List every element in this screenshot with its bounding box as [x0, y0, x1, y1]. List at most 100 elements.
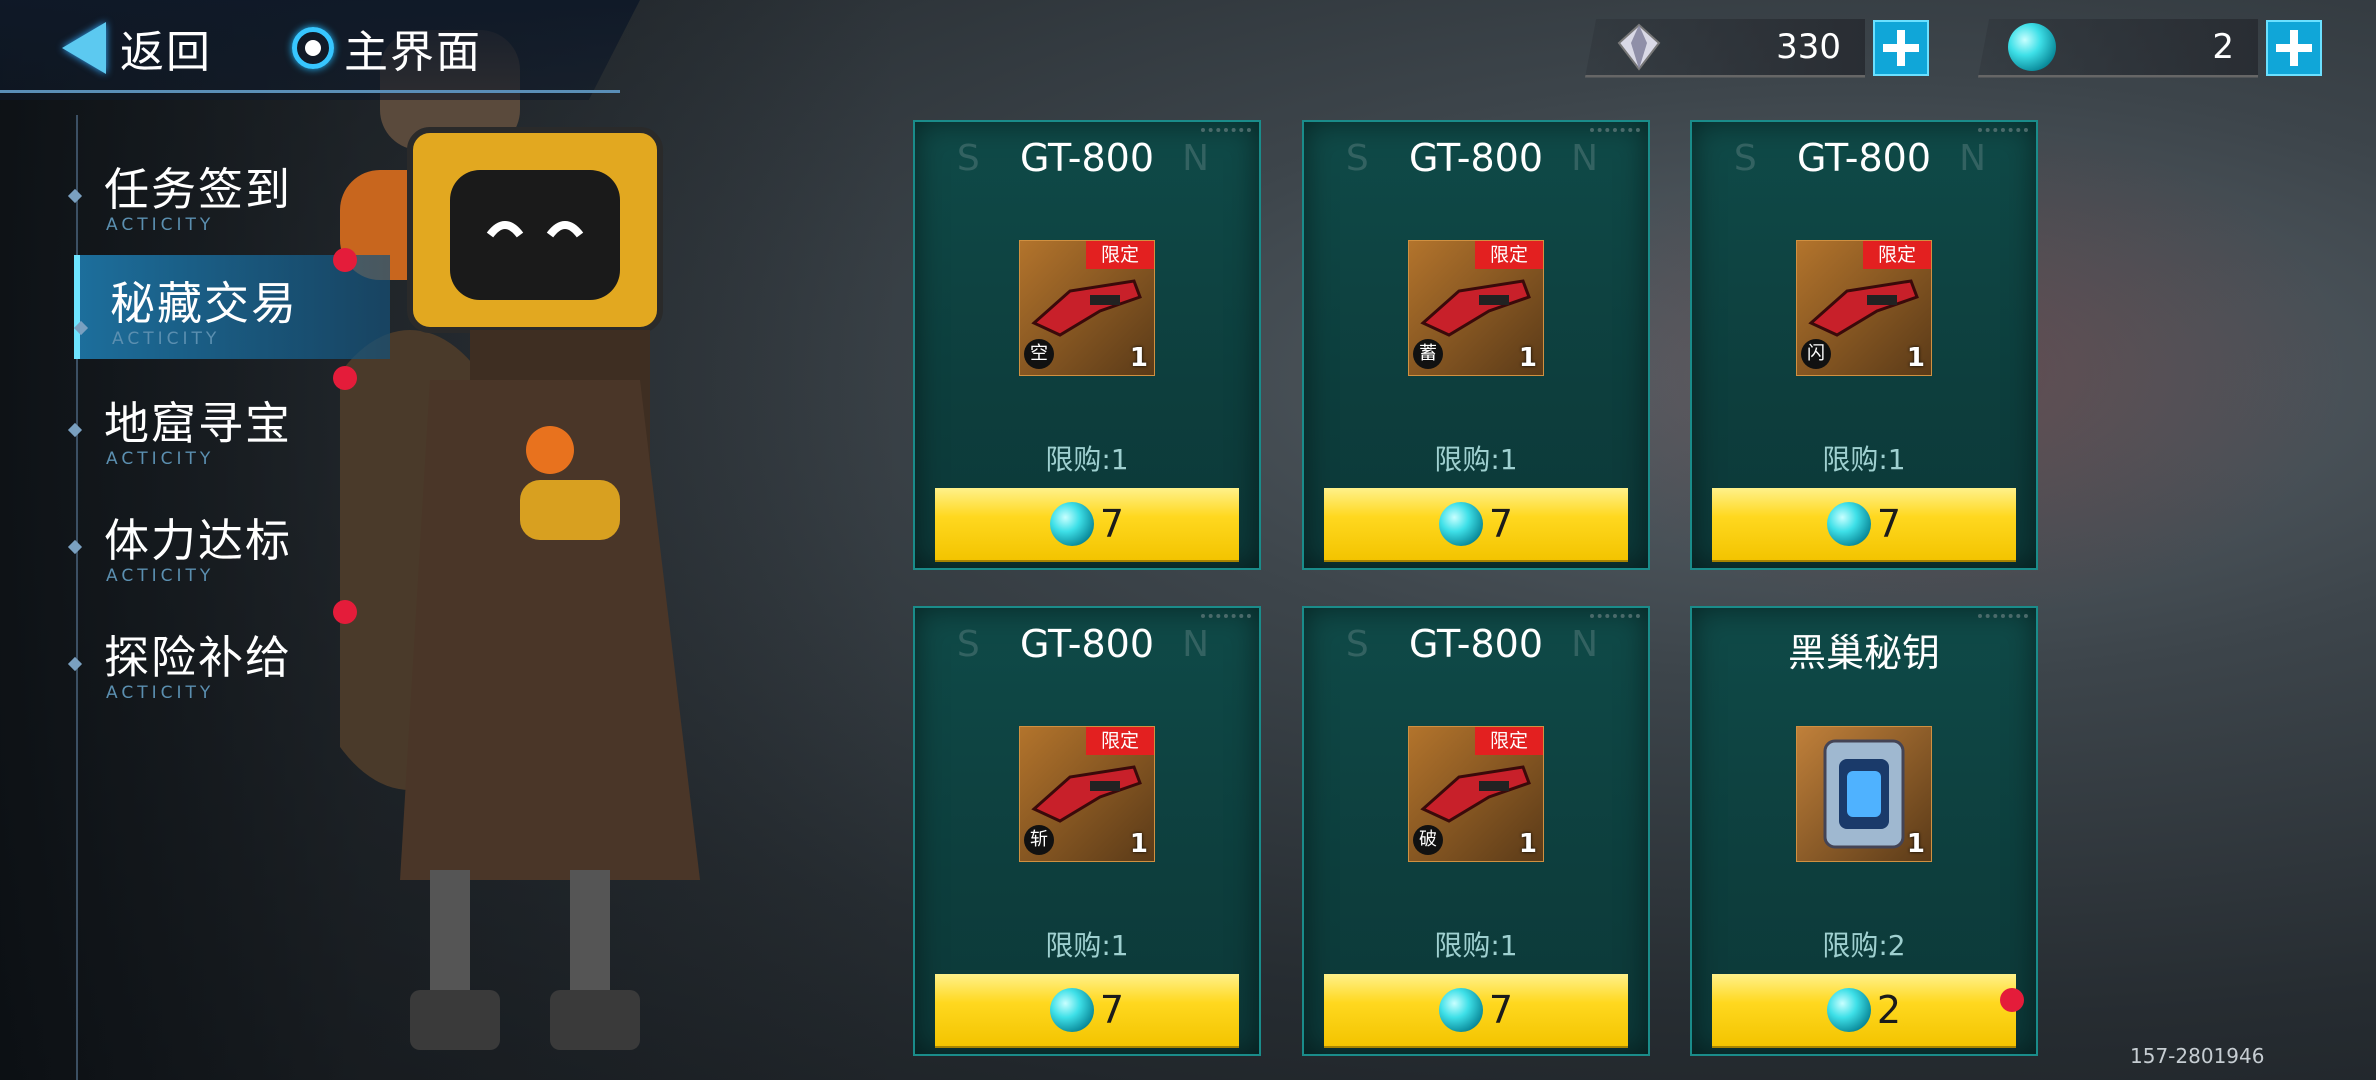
add-orb-button[interactable] — [2266, 20, 2322, 76]
orb-icon — [1826, 502, 1871, 546]
sidebar-item-sub: ACTICITY — [106, 449, 215, 469]
currency-crystal-bar: 330 — [1585, 18, 1865, 78]
home-button[interactable]: 主界面 — [292, 12, 482, 84]
home-ring-icon — [292, 27, 334, 69]
weapon-gun-icon — [1420, 279, 1531, 337]
crystal-amount: 330 — [1776, 26, 1841, 67]
buy-button[interactable]: 7 — [1324, 488, 1628, 560]
home-label: 主界面 — [344, 27, 482, 78]
notification-dot — [333, 366, 357, 390]
price: 7 — [1099, 502, 1125, 546]
sidebar-diamond-icon — [73, 320, 89, 336]
back-arrow-icon — [62, 22, 106, 74]
sidebar-item-stamina-goal[interactable]: 体力达标 ACTICITY — [67, 474, 384, 586]
purchase-limit: 限购:2 — [1822, 929, 1906, 962]
corner-decoration — [1978, 128, 2028, 136]
weapon-gun-icon — [1808, 279, 1919, 337]
sidebar-item-sub: ACTICITY — [106, 215, 215, 235]
shop-card: S N GT-800 限定 闪 1 限购:1 7 — [1690, 120, 2038, 570]
limited-badge: 限定 — [1475, 241, 1543, 269]
limited-badge: 限定 — [1086, 727, 1154, 755]
card-title: GT-800 — [1019, 622, 1155, 666]
price: 2 — [1876, 988, 1902, 1032]
currency-orb: 2 — [1978, 18, 2322, 78]
item-quantity: 1 — [1518, 343, 1537, 373]
orb-icon — [1826, 988, 1871, 1032]
price: 7 — [1488, 502, 1514, 546]
key-card-icon — [1823, 739, 1905, 849]
item-slot[interactable]: 限定 空 1 — [1019, 240, 1155, 376]
card-title: 黑巢秘钥 — [1787, 631, 1940, 675]
price: 7 — [1099, 988, 1125, 1032]
player-id: 157-2801946 — [2130, 1044, 2265, 1068]
item-tag: 破 — [1413, 825, 1443, 855]
weapon-gun-icon — [1420, 765, 1531, 823]
activity-sidebar: 任务签到 ACTICITY 秘藏交易 ACTICITY 地窟寻宝 ACTICIT… — [0, 115, 390, 1080]
card-title: GT-800 — [1796, 136, 1932, 180]
orb-icon — [2008, 22, 2056, 71]
corner-decoration — [1590, 614, 1640, 622]
sidebar-item-label: 秘藏交易 — [110, 277, 299, 330]
item-slot[interactable]: 限定 破 1 — [1408, 726, 1544, 862]
buy-button[interactable]: 7 — [935, 974, 1239, 1046]
sidebar-diamond-icon — [67, 539, 83, 555]
item-quantity: 1 — [1906, 829, 1925, 859]
shop-card: S N GT-800 限定 蓄 1 限购:1 7 — [1302, 120, 1650, 570]
weapon-gun-icon — [1031, 279, 1142, 337]
purchase-limit: 限购:1 — [1822, 443, 1906, 476]
add-crystal-button[interactable] — [1873, 20, 1929, 76]
notification-dot — [2000, 988, 2024, 1012]
orb-icon — [1438, 988, 1483, 1032]
card-title: GT-800 — [1019, 136, 1155, 180]
crystal-icon — [1617, 23, 1661, 71]
item-tag: 闪 — [1801, 339, 1831, 369]
sidebar-item-label: 任务签到 — [104, 163, 293, 216]
notification-dot — [333, 248, 357, 272]
sidebar-item-label: 地窟寻宝 — [104, 397, 293, 450]
corner-decoration — [1590, 128, 1640, 136]
price: 7 — [1876, 502, 1902, 546]
sidebar-diamond-icon — [67, 188, 83, 204]
sidebar-diamond-icon — [67, 422, 83, 438]
back-button[interactable]: 返回 — [62, 12, 212, 84]
sidebar-item-sub: ACTICITY — [112, 329, 221, 349]
back-label: 返回 — [120, 27, 212, 78]
corner-decoration — [1201, 614, 1251, 622]
shop-card: S N GT-800 限定 斩 1 限购:1 7 — [913, 606, 1261, 1056]
orb-icon — [1049, 502, 1094, 546]
item-tag: 空 — [1024, 339, 1054, 369]
buy-button[interactable]: 2 — [1712, 974, 2016, 1046]
robot-character-illustration — [340, 30, 700, 1050]
limited-badge: 限定 — [1475, 727, 1543, 755]
buy-button[interactable]: 7 — [935, 488, 1239, 560]
buy-button[interactable]: 7 — [1712, 488, 2016, 560]
notification-dot — [333, 600, 357, 624]
purchase-limit: 限购:1 — [1045, 929, 1129, 962]
item-quantity: 1 — [1518, 829, 1537, 859]
sidebar-item-label: 体力达标 — [104, 514, 293, 567]
orb-icon — [1438, 502, 1483, 546]
shop-card: S N GT-800 限定 破 1 限购:1 7 — [1302, 606, 1650, 1056]
corner-decoration — [1201, 128, 1251, 136]
orb-icon — [1049, 988, 1094, 1032]
item-slot[interactable]: 限定 蓄 1 — [1408, 240, 1544, 376]
item-tag: 蓄 — [1413, 339, 1443, 369]
sidebar-item-label: 探险补给 — [104, 631, 293, 684]
sidebar-item-sub: ACTICITY — [106, 683, 215, 703]
item-slot[interactable]: 限定 闪 1 — [1796, 240, 1932, 376]
sidebar-item-task-checkin[interactable]: 任务签到 ACTICITY — [67, 123, 384, 235]
purchase-limit: 限购:1 — [1045, 443, 1129, 476]
item-slot[interactable]: 1 — [1796, 726, 1932, 862]
card-title: GT-800 — [1408, 622, 1544, 666]
item-quantity: 1 — [1129, 343, 1148, 373]
weapon-gun-icon — [1031, 765, 1142, 823]
card-title: GT-800 — [1408, 136, 1544, 180]
item-quantity: 1 — [1129, 829, 1148, 859]
buy-button[interactable]: 7 — [1324, 974, 1628, 1046]
shop-card: 黑巢秘钥 1 限购:2 2 — [1690, 606, 2038, 1056]
purchase-limit: 限购:1 — [1434, 443, 1518, 476]
currency-orb-bar: 2 — [1978, 18, 2258, 78]
sidebar-item-sub: ACTICITY — [106, 566, 215, 586]
top-nav-divider — [0, 90, 620, 93]
item-slot[interactable]: 限定 斩 1 — [1019, 726, 1155, 862]
